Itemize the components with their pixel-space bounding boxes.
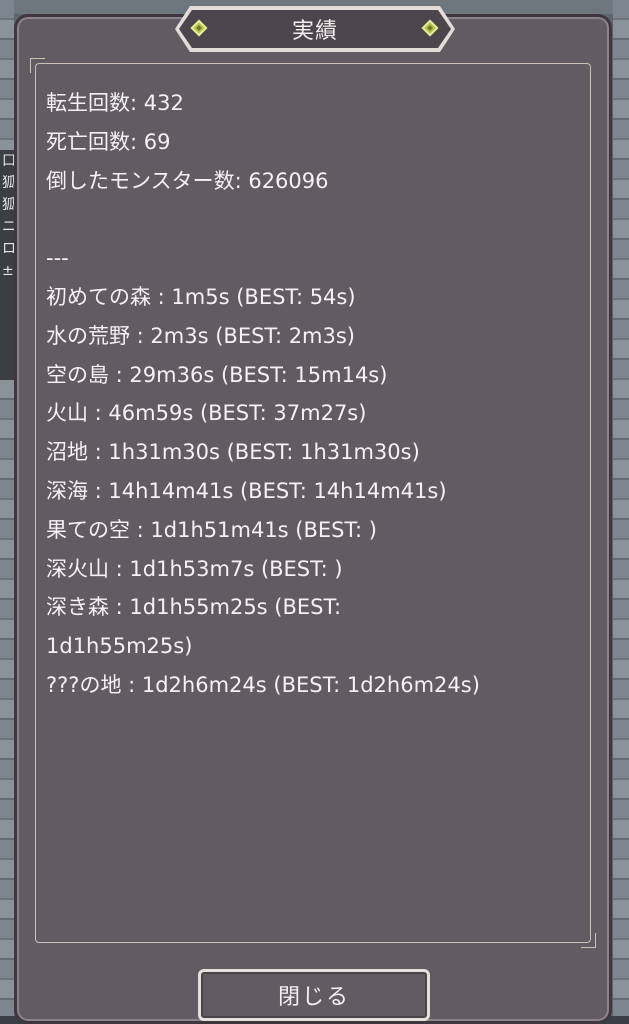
window-title: 実績 [291,19,338,44]
close-button[interactable]: 閉じる [198,969,430,1021]
background-right-wall [613,0,629,1024]
stage-time-row: 果ての空 : 1d1h51m41s (BEST: ) [46,517,377,542]
stage-time-row: 深火山 : 1d1h53m7s (BEST: ) [46,556,343,581]
stage-time-row: 空の島 : 29m36s (BEST: 15m14s) [46,362,388,387]
background-glyph: 口 [2,153,16,169]
stage-time-row: 水の荒野 : 2m3s (BEST: 2m3s) [46,323,356,348]
death-count: 死亡回数: 69 [46,129,171,154]
title-plate: 実績 [179,10,451,48]
stage-time-row: 初めての森 : 1m5s (BEST: 54s) [46,284,356,309]
rebirth-count: 転生回数: 432 [46,91,184,115]
stage-time-row: 火山 : 46m59s (BEST: 37m27s) [46,401,367,426]
achievements-content: 転生回数: 432 死亡回数: 69 倒したモンスター数: 626096 ---… [46,84,586,705]
stage-time-row: ???の地 : 1d2h6m24s (BEST: 1d2h6m24s) [46,672,480,697]
background-glyph: ± [2,263,14,279]
background-glyph: 狐 [2,197,16,213]
monsters-defeated: 倒したモンスター数: 626096 [46,168,329,193]
stage-time-row-continued: 1d1h55m25s) [46,634,193,659]
background-glyph: ロ [2,241,16,257]
stage-time-row: 沼地 : 1h31m30s (BEST: 1h31m30s) [46,440,420,465]
background-glyph: ニ [2,219,16,235]
background-glyph: 狐 [2,175,16,191]
separator: --- [46,246,69,271]
stage-time-row: 深海 : 14h14m41s (BEST: 14h14m41s) [46,478,447,503]
stage-time-row: 深き森 : 1d1h55m25s (BEST: [46,595,342,620]
